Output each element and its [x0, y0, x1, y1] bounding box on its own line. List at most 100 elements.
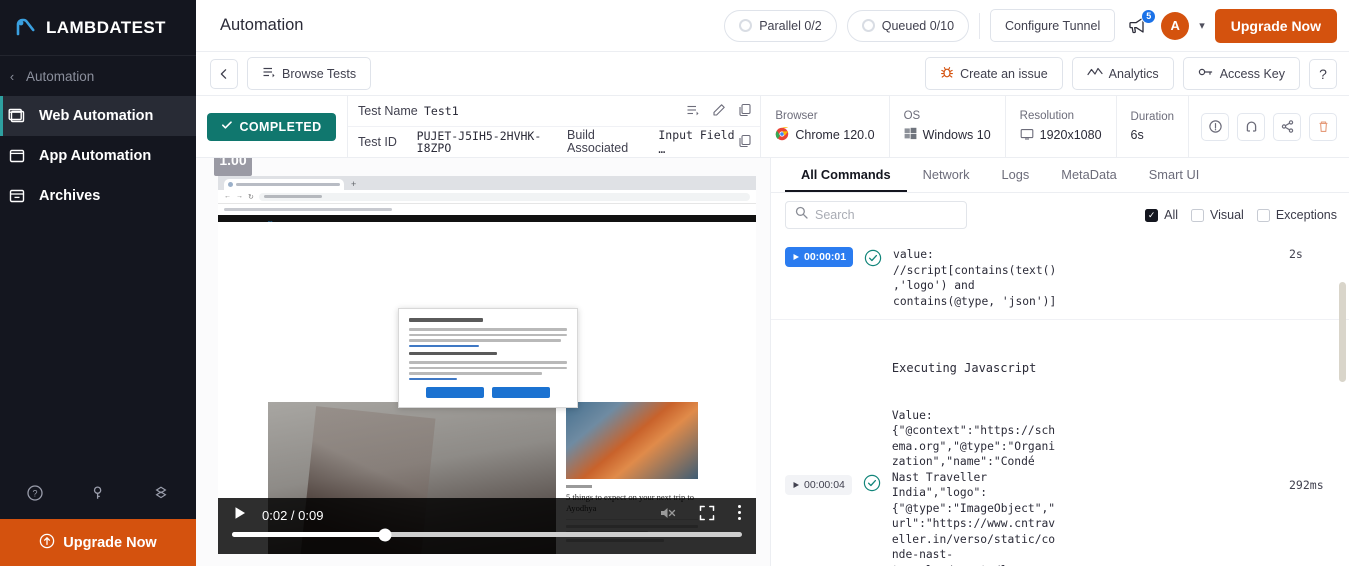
- video-time-display: 0:02 / 0:09: [262, 508, 323, 523]
- back-arrow-icon: ←: [224, 193, 231, 200]
- create-issue-label: Create an issue: [960, 67, 1048, 81]
- share-icon[interactable]: [1273, 113, 1301, 141]
- browser-tab: [224, 179, 344, 190]
- sidebar-item-label: App Automation: [39, 148, 151, 164]
- consent-accept-button[interactable]: [492, 387, 550, 398]
- check-circle-icon: [864, 249, 882, 309]
- announcements-button[interactable]: 5: [1125, 13, 1151, 39]
- consent-text-line: [409, 367, 567, 370]
- video-progress-bar[interactable]: [232, 532, 742, 537]
- parallel-status-pill[interactable]: Parallel 0/2: [724, 10, 837, 42]
- tab-network[interactable]: Network: [907, 158, 986, 192]
- upgrade-arrow-icon: [39, 533, 55, 553]
- command-text: Value: {"@context":"https://sch ema.org"…: [892, 408, 1281, 566]
- back-button[interactable]: [210, 59, 238, 89]
- list-icon[interactable]: [686, 103, 700, 120]
- command-duration: 292ms: [1281, 330, 1339, 566]
- checkbox-icon[interactable]: [1257, 209, 1270, 222]
- parallel-indicator-icon: [739, 19, 752, 32]
- env-value: 1920x1080: [1040, 128, 1102, 142]
- status-cell: COMPLETED: [196, 96, 348, 157]
- browse-tests-button[interactable]: Browse Tests: [247, 57, 371, 90]
- env-value-wrap: Chrome 120.0: [775, 127, 874, 144]
- sidebar-upgrade-button[interactable]: Upgrade Now: [0, 519, 196, 566]
- command-text: value: //script[contains(text() ,'logo')…: [893, 247, 1281, 309]
- play-button[interactable]: [232, 505, 248, 526]
- filter-visual[interactable]: Visual: [1191, 208, 1244, 222]
- analytics-button[interactable]: Analytics: [1072, 57, 1174, 90]
- key-icon[interactable]: [85, 480, 111, 506]
- infobar-text-placeholder: [224, 208, 392, 211]
- parallel-label: Parallel 0/2: [759, 19, 822, 33]
- search-box[interactable]: [785, 201, 967, 229]
- help-button[interactable]: ?: [1309, 59, 1337, 89]
- edit-pencil-icon[interactable]: [712, 103, 726, 120]
- search-icon: [795, 206, 808, 224]
- favicon-icon: [228, 182, 233, 187]
- video-progress-handle[interactable]: [379, 528, 392, 541]
- play-triangle-icon: [792, 253, 800, 261]
- commands-scrollbar-thumb[interactable]: [1339, 282, 1346, 382]
- filter-visual-label: Visual: [1210, 208, 1244, 222]
- play-triangle-icon: [792, 481, 800, 489]
- bug-icon: [940, 65, 954, 82]
- chevron-down-icon[interactable]: ▾: [1199, 19, 1205, 32]
- copy-icon[interactable]: [738, 134, 752, 151]
- more-options-button[interactable]: [737, 504, 742, 526]
- sidebar-item-archives[interactable]: Archives: [0, 176, 196, 216]
- configure-tunnel-button[interactable]: Configure Tunnel: [990, 9, 1115, 42]
- avatar[interactable]: A: [1161, 12, 1189, 40]
- consent-decline-button[interactable]: [426, 387, 484, 398]
- content-body: 1.00 + ← → ↻: [196, 158, 1349, 566]
- status-label: COMPLETED: [239, 120, 321, 134]
- video-progress-fill: [232, 532, 385, 537]
- video-player[interactable]: + ← → ↻ Traveller: [218, 176, 756, 554]
- filter-exceptions-label: Exceptions: [1276, 208, 1337, 222]
- main-area: Automation Parallel 0/2 Queued 0/10 Conf…: [196, 0, 1349, 566]
- brand-logo[interactable]: LAMBDATEST: [0, 0, 196, 56]
- filter-exceptions[interactable]: Exceptions: [1257, 208, 1337, 222]
- upgrade-now-button[interactable]: Upgrade Now: [1215, 9, 1337, 43]
- commands-scrollbar[interactable]: [1339, 237, 1346, 566]
- sidebar-item-app-automation[interactable]: App Automation: [0, 136, 196, 176]
- command-duration: 2s: [1281, 247, 1339, 309]
- consent-title-placeholder: [409, 318, 483, 322]
- command-status-cell: [852, 330, 892, 566]
- checkbox-icon[interactable]: [1191, 209, 1204, 222]
- tab-metadata[interactable]: MetaData: [1045, 158, 1132, 192]
- browser-window-icon: [6, 105, 28, 127]
- command-row[interactable]: 00:00:01 value: //script[contains(text()…: [771, 237, 1349, 320]
- analytics-label: Analytics: [1109, 67, 1159, 81]
- env-label: OS: [904, 110, 991, 122]
- magnet-icon[interactable]: [1237, 113, 1265, 141]
- test-id-label: Test ID: [358, 135, 417, 149]
- filter-all[interactable]: ✓ All: [1145, 208, 1178, 222]
- sidebar-item-web-automation[interactable]: Web Automation: [0, 96, 196, 136]
- help-icon[interactable]: ?: [22, 480, 48, 506]
- checkbox-checked-icon[interactable]: ✓: [1145, 209, 1158, 222]
- sidebar-section-automation[interactable]: ‹ Automation: [0, 56, 196, 96]
- integrations-icon[interactable]: [148, 480, 174, 506]
- commands-filters: ✓ All Visual Exceptions: [771, 193, 1349, 237]
- commands-list[interactable]: 00:00:01 value: //script[contains(text()…: [771, 237, 1349, 566]
- command-row[interactable]: 00:00:04 Executing Javascript Value: {"@…: [771, 320, 1349, 566]
- access-key-button[interactable]: Access Key: [1183, 57, 1300, 90]
- info-icon[interactable]: [1201, 113, 1229, 141]
- command-timestamp-badge[interactable]: 00:00:01: [785, 247, 853, 267]
- upgrade-now-label: Upgrade Now: [1231, 18, 1321, 34]
- create-issue-button[interactable]: Create an issue: [925, 57, 1063, 90]
- mute-button[interactable]: [659, 505, 677, 526]
- tab-logs[interactable]: Logs: [986, 158, 1046, 192]
- help-label: ?: [1319, 66, 1327, 82]
- test-name-value: Test1: [424, 104, 459, 118]
- mobile-app-icon: [6, 145, 28, 167]
- tab-smart-ui[interactable]: Smart UI: [1133, 158, 1215, 192]
- consent-policy-link: [409, 345, 479, 348]
- queued-status-pill[interactable]: Queued 0/10: [847, 10, 969, 42]
- command-timestamp-badge[interactable]: 00:00:04: [785, 475, 852, 495]
- tab-all-commands[interactable]: All Commands: [785, 158, 907, 192]
- delete-icon[interactable]: [1309, 113, 1337, 141]
- fullscreen-button[interactable]: [699, 505, 715, 526]
- search-input[interactable]: [815, 208, 957, 222]
- copy-icon[interactable]: [738, 103, 752, 120]
